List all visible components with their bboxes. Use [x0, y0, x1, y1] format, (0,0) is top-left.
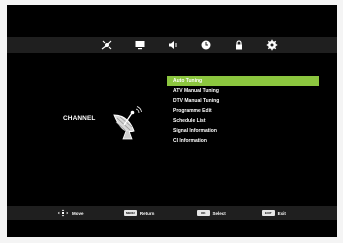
hint-select-label: Select	[212, 210, 226, 216]
exit-key: EXIT	[262, 210, 275, 216]
tv-osd-screen: CHANNEL Auto Tuning ATV Manual Tuning DT…	[7, 5, 337, 237]
channel-icon[interactable]	[134, 39, 146, 51]
satellite-dish-icon	[110, 105, 142, 141]
setup-icon[interactable]	[266, 39, 278, 51]
picture-icon[interactable]	[101, 39, 113, 51]
menu-item-programme-edit[interactable]: Programme Edit	[167, 106, 319, 116]
hint-return-label: Return	[139, 210, 155, 216]
section-title: CHANNEL	[63, 115, 96, 122]
hint-move: Move	[57, 209, 84, 217]
menu-item-signal-information[interactable]: Signal Information	[167, 126, 319, 136]
hint-return: MENU Return	[124, 209, 154, 217]
menu-item-atv-manual-tuning[interactable]: ATV Manual Tuning	[167, 86, 319, 96]
main-menu-bar	[7, 37, 337, 53]
menu-item-dtv-manual-tuning[interactable]: DTV Manual Tuning	[167, 96, 319, 106]
menu-item-schedule-list[interactable]: Schedule List	[167, 116, 319, 126]
channel-menu: Auto Tuning ATV Manual Tuning DTV Manual…	[167, 76, 319, 146]
hint-move-label: Move	[72, 210, 84, 216]
hint-exit-label: Exit	[277, 210, 286, 216]
menu-item-auto-tuning[interactable]: Auto Tuning	[167, 76, 319, 86]
hint-select: OK Select	[197, 209, 226, 217]
menu-item-ci-information[interactable]: CI Information	[167, 136, 319, 146]
menu-key: MENU	[124, 210, 137, 216]
help-bar: Move MENU Return OK Select EXIT Exit	[7, 206, 337, 220]
lock-icon[interactable]	[233, 39, 245, 51]
sound-icon[interactable]	[167, 39, 179, 51]
dpad-icon	[57, 209, 69, 217]
ok-key: OK	[197, 210, 210, 216]
hint-exit: EXIT Exit	[262, 209, 286, 217]
time-icon[interactable]	[200, 39, 212, 51]
